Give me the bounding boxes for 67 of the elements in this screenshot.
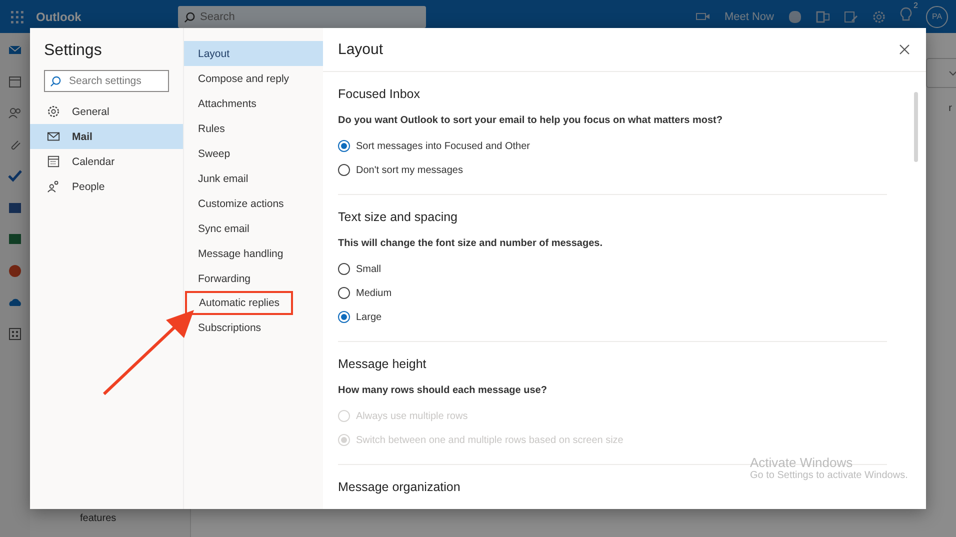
mail-settings-item[interactable]: Junk email — [184, 166, 323, 191]
settings-category[interactable]: Mail — [30, 124, 183, 149]
mail-settings-item[interactable]: Customize actions — [184, 191, 323, 216]
lightbulb-icon[interactable] — [900, 6, 912, 22]
column-text: r — [948, 103, 952, 114]
close-icon[interactable] — [899, 44, 910, 55]
radio-button[interactable] — [338, 311, 350, 323]
section-heading: Focused Inbox — [338, 87, 420, 101]
edit-icon[interactable] — [844, 10, 858, 24]
radio-option[interactable]: Medium — [338, 281, 887, 305]
promo-text: features — [80, 512, 118, 525]
radio-button[interactable] — [338, 287, 350, 299]
mail-settings-item[interactable]: Automatic replies — [185, 291, 293, 315]
mail-settings-item[interactable]: Attachments — [184, 91, 323, 116]
settings-title: Settings — [44, 42, 103, 60]
mail-settings-item[interactable]: Layout — [184, 41, 323, 66]
people-icon[interactable] — [8, 106, 22, 120]
radio-button[interactable] — [338, 263, 350, 275]
section-question: Do you want Outlook to sort your email to help you focus on what matters most? — [338, 115, 724, 126]
search-icon — [50, 76, 61, 87]
mail-settings-item[interactable]: Sweep — [184, 141, 323, 166]
mail-settings-item[interactable]: Forwarding — [184, 266, 323, 291]
video-icon[interactable] — [696, 12, 710, 21]
radio-button[interactable] — [338, 164, 350, 176]
presentation-icon[interactable] — [8, 264, 22, 278]
search-field[interactable]: Search — [178, 6, 426, 28]
mail-icon[interactable] — [8, 43, 22, 57]
settings-category[interactable]: General — [30, 99, 183, 124]
activation-notice-text: Go to Settings to activate Windows. — [750, 470, 908, 481]
people-icon — [47, 180, 60, 193]
section-heading: Message height — [338, 357, 426, 371]
gear-icon — [47, 105, 60, 118]
section-question: This will change the font size and number of messages. — [338, 238, 604, 249]
settings-category[interactable]: Calendar — [30, 149, 183, 174]
notification-count: 2 — [914, 0, 918, 10]
mail-settings-item[interactable]: Rules — [184, 116, 323, 141]
word-document-icon[interactable] — [8, 200, 22, 214]
section-question: How many rows should each message use? — [338, 385, 548, 396]
radio-option[interactable]: Don't sort my messages — [338, 158, 887, 182]
chevron-down-icon — [949, 70, 956, 76]
spreadsheet-icon[interactable] — [8, 232, 22, 246]
mail-settings-item[interactable]: Subscriptions — [184, 315, 323, 340]
section-heading: Message organization — [338, 480, 460, 494]
mail-settings-item[interactable]: Compose and reply — [184, 66, 323, 91]
mail-settings-item[interactable]: Sync email — [184, 216, 323, 241]
app-launcher-icon[interactable] — [10, 10, 24, 24]
search-icon — [184, 12, 195, 22]
pane-title: Layout — [338, 41, 384, 58]
calendar-icon — [47, 155, 60, 168]
settings-category[interactable]: People — [30, 174, 183, 199]
calendar-icon[interactable] — [8, 74, 22, 88]
dropdown[interactable] — [926, 58, 956, 88]
mail-settings-item[interactable]: Message handling — [184, 241, 323, 266]
chat-icon[interactable] — [788, 10, 802, 24]
radio-button[interactable] — [338, 140, 350, 152]
app-name: Outlook — [36, 10, 82, 24]
office-icon[interactable] — [816, 10, 830, 24]
checkmark-icon[interactable] — [8, 169, 22, 183]
radio-option[interactable]: Small — [338, 257, 887, 281]
radio-option[interactable]: Sort messages into Focused and Other — [338, 134, 887, 158]
apps-icon[interactable] — [8, 326, 22, 340]
search-settings-field[interactable]: Search settings — [44, 70, 169, 92]
activation-notice-title: Activate Windows — [750, 455, 854, 470]
settings-icon[interactable] — [872, 10, 886, 24]
radio-option[interactable]: Large — [338, 305, 887, 329]
section-heading: Text size and spacing — [338, 210, 458, 224]
envelope-icon — [47, 130, 60, 143]
